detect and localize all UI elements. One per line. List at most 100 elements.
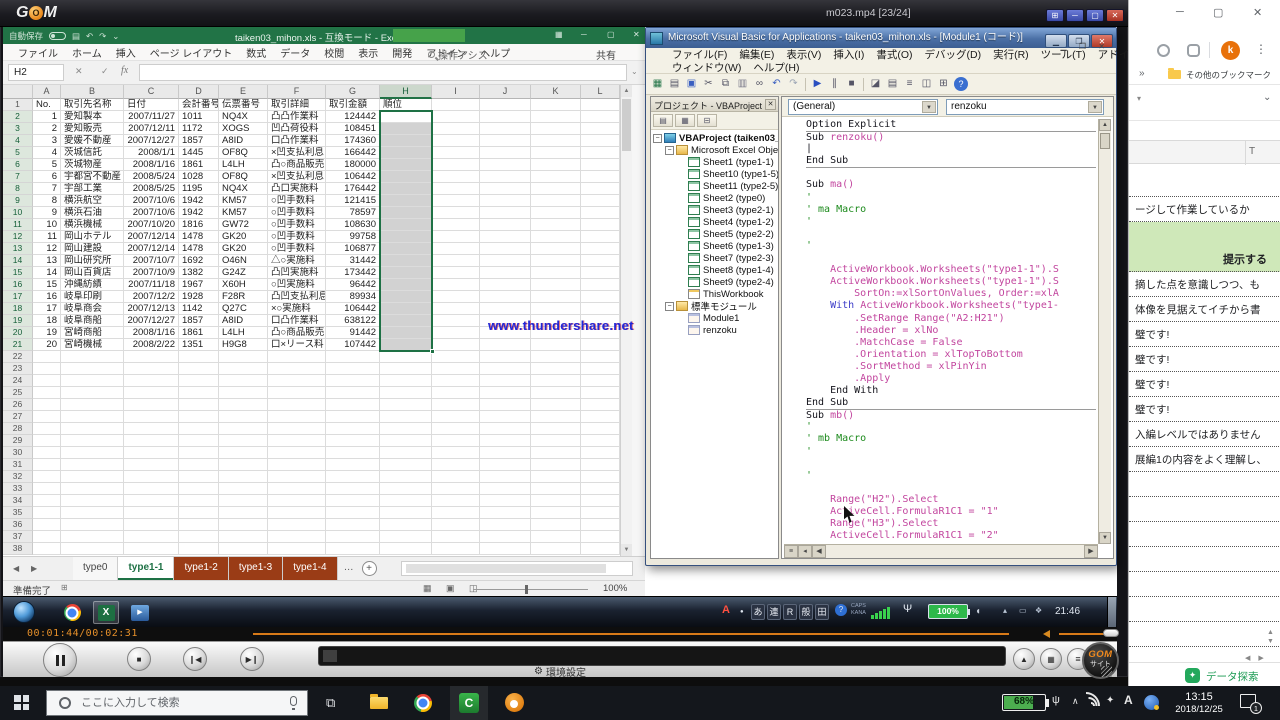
cell[interactable]: [531, 399, 581, 411]
cell[interactable]: [432, 411, 480, 423]
sheet-tab-active[interactable]: type1-1: [118, 557, 174, 580]
cell[interactable]: [268, 387, 326, 399]
gom-titlebar[interactable]: GOM m023.mp4 [23/24] ⊞─▢✕: [0, 0, 1128, 27]
cell[interactable]: [380, 111, 432, 123]
wifi-icon[interactable]: [1086, 696, 1100, 706]
cell[interactable]: [432, 231, 480, 243]
cell[interactable]: [581, 387, 620, 399]
cell[interactable]: [480, 135, 531, 147]
toolbar-icon[interactable]: ∥: [826, 76, 843, 92]
cell[interactable]: [380, 219, 432, 231]
task-view-icon[interactable]: ⧉: [326, 695, 335, 711]
cell[interactable]: 1692: [179, 255, 219, 267]
cell[interactable]: [380, 423, 432, 435]
cell[interactable]: 1928: [179, 291, 219, 303]
row-header[interactable]: 12: [3, 231, 33, 243]
code-line[interactable]: With ActiveWorkbook.Worksheets("type1-: [806, 300, 1096, 312]
cell[interactable]: [179, 531, 219, 543]
cell[interactable]: [432, 195, 480, 207]
cell[interactable]: 106877: [326, 243, 380, 255]
cell[interactable]: [432, 387, 480, 399]
cell[interactable]: [61, 471, 124, 483]
column-header[interactable]: J: [480, 85, 531, 99]
cell[interactable]: [61, 399, 124, 411]
cell[interactable]: ○凹手数料: [268, 231, 326, 243]
cell[interactable]: [581, 411, 620, 423]
toolbar-icon[interactable]: ∞: [751, 76, 768, 92]
object-dropdown[interactable]: (General)▼: [788, 99, 938, 115]
cell[interactable]: [581, 303, 620, 315]
expand-icon[interactable]: −: [653, 134, 662, 143]
cell[interactable]: 宇部工業: [61, 183, 124, 195]
cell[interactable]: [531, 471, 581, 483]
code-line[interactable]: ActiveWorkbook.Worksheets("type1-1").S: [806, 276, 1096, 288]
chat-extension-icon[interactable]: [1187, 44, 1200, 57]
bookmarks-folder-icon[interactable]: [1168, 70, 1181, 79]
volume-slider[interactable]: [1059, 633, 1105, 635]
cell[interactable]: [380, 543, 432, 555]
sheet-row[interactable]: 璧です!: [1129, 397, 1280, 422]
cell[interactable]: 16: [33, 291, 61, 303]
cell[interactable]: [531, 255, 581, 267]
code-line[interactable]: [806, 482, 1096, 494]
cell[interactable]: 12: [33, 243, 61, 255]
cell[interactable]: [380, 135, 432, 147]
row-header[interactable]: 25: [3, 387, 33, 399]
cell[interactable]: [61, 495, 124, 507]
cell[interactable]: 2: [33, 123, 61, 135]
row-header[interactable]: 19: [3, 315, 33, 327]
cell[interactable]: L4LH: [219, 327, 268, 339]
cell[interactable]: A8ID: [219, 315, 268, 327]
cell[interactable]: [432, 159, 480, 171]
ribbon-tab[interactable]: ページ レイアウト: [143, 45, 240, 60]
toolbar-icon[interactable]: ⧉: [717, 76, 734, 92]
cell[interactable]: [480, 111, 531, 123]
cell[interactable]: [268, 483, 326, 495]
sheet-row[interactable]: [1129, 472, 1280, 497]
cell[interactable]: [432, 423, 480, 435]
cell[interactable]: [219, 459, 268, 471]
cell[interactable]: [432, 291, 480, 303]
cell[interactable]: [480, 123, 531, 135]
row-header[interactable]: 26: [3, 399, 33, 411]
code-line[interactable]: Sub ma(): [806, 179, 1096, 191]
cell[interactable]: [380, 243, 432, 255]
cell[interactable]: [33, 435, 61, 447]
cell[interactable]: [581, 399, 620, 411]
cell[interactable]: [33, 411, 61, 423]
cell[interactable]: [531, 219, 581, 231]
column-header[interactable]: H: [380, 85, 432, 99]
cell[interactable]: [581, 291, 620, 303]
sheet-row[interactable]: 璧です!: [1129, 322, 1280, 347]
cell[interactable]: 2008/1/16: [124, 327, 179, 339]
cell[interactable]: [480, 399, 531, 411]
cell[interactable]: [531, 207, 581, 219]
cell[interactable]: KM57: [219, 195, 268, 207]
cell[interactable]: 2007/10/9: [124, 267, 179, 279]
cell[interactable]: 2008/5/24: [124, 171, 179, 183]
cell[interactable]: [326, 423, 380, 435]
cell[interactable]: [61, 543, 124, 555]
cell[interactable]: 2007/10/20: [124, 219, 179, 231]
cell[interactable]: [531, 459, 581, 471]
recorded-start-orb[interactable]: [13, 601, 35, 623]
ime-help-icon[interactable]: ?: [835, 604, 847, 616]
mdi-child-buttons[interactable]: ▁ ❐ ✕: [1061, 42, 1110, 51]
column-header[interactable]: E: [219, 85, 268, 99]
cell[interactable]: 岡山百貨店: [61, 267, 124, 279]
cell[interactable]: 口×リース料: [268, 339, 326, 351]
toolbar-icon[interactable]: ▥: [734, 76, 751, 92]
cell[interactable]: [219, 543, 268, 555]
cell[interactable]: 岐阜商船: [61, 315, 124, 327]
next-button[interactable]: ▶❙: [240, 647, 264, 671]
cell[interactable]: [432, 459, 480, 471]
cell[interactable]: [480, 495, 531, 507]
cell[interactable]: [268, 495, 326, 507]
column-header[interactable]: L: [581, 85, 620, 99]
toolbar-icon[interactable]: ▶: [809, 76, 826, 92]
fill-handle[interactable]: [430, 349, 435, 354]
cell[interactable]: [179, 387, 219, 399]
file-explorer-icon[interactable]: [370, 697, 388, 709]
expand-icon[interactable]: −: [665, 302, 674, 311]
cell[interactable]: 取引詳細: [268, 99, 326, 111]
